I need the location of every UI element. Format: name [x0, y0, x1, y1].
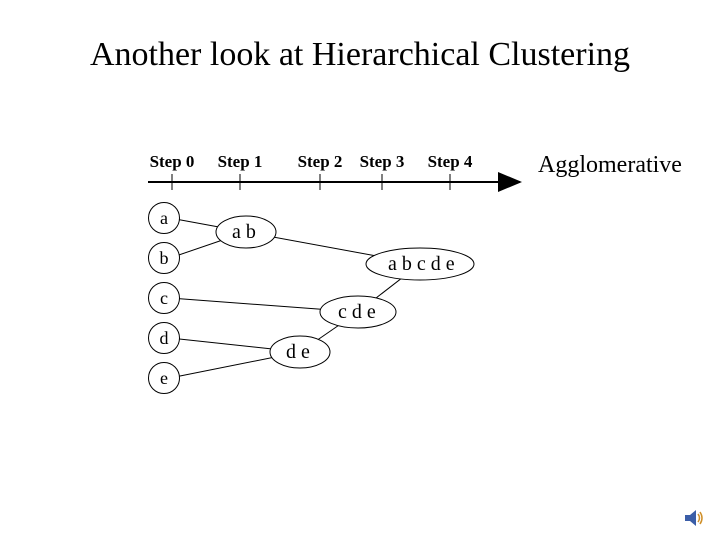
leaf-label: b — [160, 248, 169, 269]
speaker-icon — [682, 506, 706, 530]
cluster-abcde: a b c d e — [388, 253, 455, 276]
step-label-3: Step 3 — [360, 152, 405, 172]
cluster-cde: c d e — [338, 301, 376, 324]
leaf-node-b: b — [148, 242, 180, 274]
method-label: Agglomerative — [538, 152, 682, 179]
leaf-label: e — [160, 368, 168, 389]
leaf-label: d — [160, 328, 169, 349]
leaf-node-e: e — [148, 362, 180, 394]
diagram-edges — [0, 0, 720, 540]
leaf-node-c: c — [148, 282, 180, 314]
leaf-label: a — [160, 208, 168, 229]
leaf-node-d: d — [148, 322, 180, 354]
page-title: Another look at Hierarchical Clustering — [0, 36, 720, 74]
step-label-0: Step 0 — [150, 152, 195, 172]
cluster-de: d e — [286, 341, 310, 364]
step-label-1: Step 1 — [218, 152, 263, 172]
step-label-4: Step 4 — [428, 152, 473, 172]
step-label-2: Step 2 — [298, 152, 343, 172]
slide: Another look at Hierarchical Clustering … — [0, 0, 720, 540]
leaf-label: c — [160, 288, 168, 309]
cluster-ab: a b — [232, 221, 256, 244]
leaf-node-a: a — [148, 202, 180, 234]
